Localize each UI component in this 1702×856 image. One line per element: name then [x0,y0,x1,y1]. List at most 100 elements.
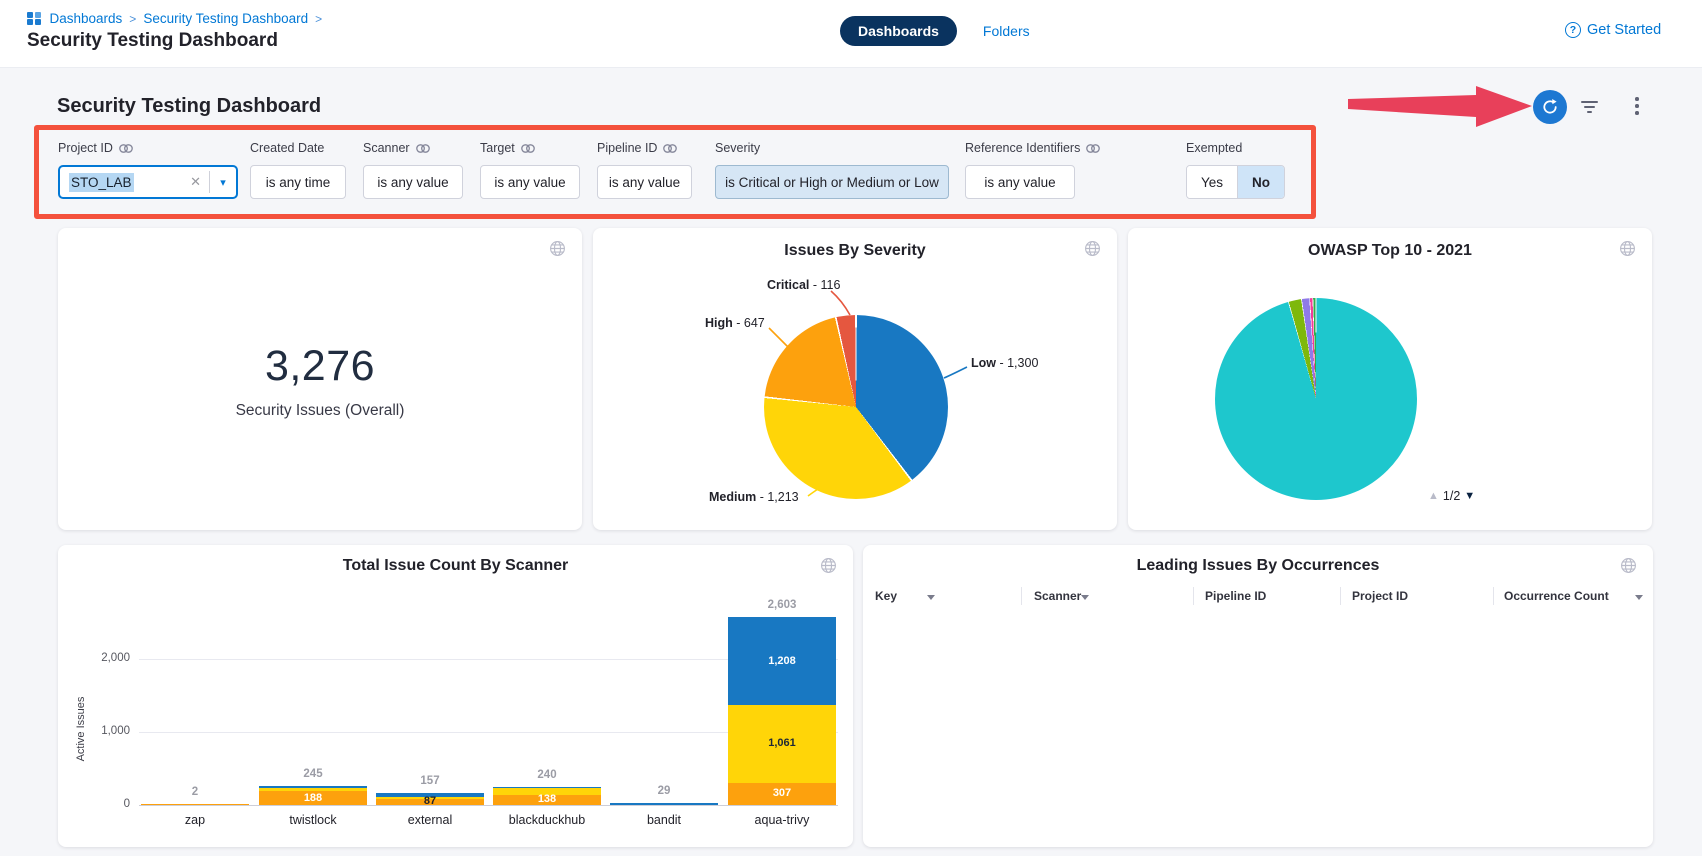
filter-target: Target is any value [480,140,580,199]
breadcrumb-dashboards[interactable]: Dashboards [50,11,123,26]
link-icon [663,144,677,153]
bar-x-label: zap [135,813,255,827]
bar-x-label: blackduckhub [487,813,607,827]
project-id-filter-input[interactable]: STO_LAB ✕ ▾ [58,165,238,199]
bar-total-label: 240 [487,769,607,781]
chevron-down-icon[interactable]: ▾ [210,176,236,189]
filter-created-date: Created Date is any time [250,140,346,199]
card-issues-by-severity: Issues By Severity Critical - 116 High -… [593,228,1117,530]
sort-chevron-icon[interactable] [927,595,935,600]
column-header-pipeline-id[interactable]: Pipeline ID [1205,589,1266,603]
bar-bandit[interactable] [610,803,718,805]
refresh-button[interactable] [1533,90,1567,124]
filter-project-id: Project ID STO_LAB ✕ ▾ [58,140,238,199]
breadcrumb-separator: > [315,12,322,26]
globe-icon [1084,240,1101,257]
page-down-icon[interactable]: ▼ [1464,490,1475,502]
bar-x-label: bandit [604,813,724,827]
column-divider [1493,587,1494,605]
page-up-icon[interactable]: ▲ [1428,490,1439,502]
column-header-project-id[interactable]: Project ID [1352,589,1408,603]
pie-label-critical: Critical - 116 [767,278,840,292]
card-leading-issues-by-occurrences: Leading Issues By Occurrences Key Scanne… [863,545,1653,847]
bar-twistlock[interactable]: 188 [259,786,367,805]
overall-issues-value: 3,276 [58,342,582,391]
filter-severity: Severity is Critical or High or Medium o… [715,140,949,199]
security-testing-dashboard-page: Dashboards > Security Testing Dashboard … [0,0,1702,856]
column-header-occurrence-count[interactable]: Occurrence Count [1504,589,1609,603]
target-filter-button[interactable]: is any value [480,165,580,199]
pie-label-high: High - 647 [705,316,765,330]
filter-reference-identifiers: Reference Identifiers is any value [965,140,1100,199]
column-header-scanner[interactable]: Scanner [1034,589,1081,603]
card-total-issue-count-by-scanner: Total Issue Count By Scanner Active Issu… [58,545,853,847]
column-divider [1340,587,1341,605]
created-date-filter-button[interactable]: is any time [250,165,346,199]
bar-segment-orange: 188 [259,791,367,805]
filter-label: Scanner [363,141,410,155]
sort-chevron-icon[interactable] [1081,595,1089,600]
bar-external[interactable]: 87 [376,793,484,805]
exempted-toggle: Yes No [1186,165,1285,199]
question-circle-icon: ? [1565,22,1581,38]
kebab-menu-icon[interactable] [1630,97,1644,115]
bar-total-label: 157 [370,775,490,787]
bar-segment-orange: 307 [728,783,836,805]
top-header: Dashboards > Security Testing Dashboard … [0,0,1702,68]
bar-segment-orange [141,804,249,805]
card-owasp-top-10: OWASP Top 10 - 2021 ▲ 1/2 ▼ [1128,228,1652,530]
scanner-filter-button[interactable]: is any value [363,165,463,199]
globe-icon [1619,240,1636,257]
reference-identifiers-filter-button[interactable]: is any value [965,165,1075,199]
bar-segment-yellow: 1,061 [728,705,836,782]
globe-icon [1620,557,1637,574]
bar-aqua-trivy[interactable]: 3071,0611,208 [728,617,836,805]
page-indicator: 1/2 [1443,489,1460,503]
bar-segment-orange: 87 [376,799,484,805]
annotation-red-arrow [1348,85,1536,129]
owasp-top-10-pie[interactable] [1215,298,1417,500]
breadcrumb-current[interactable]: Security Testing Dashboard [143,11,308,26]
column-divider [1021,587,1022,605]
filter-label: Target [480,141,515,155]
sort-chevron-icon[interactable] [1635,595,1643,600]
bar-zap[interactable] [141,804,249,805]
dashboards-grid-icon [27,12,41,26]
filter-scanner: Scanner is any value [363,140,463,199]
filter-exempted: Exempted Yes No [1186,140,1285,199]
bar-x-label: external [370,813,490,827]
tab-dashboards[interactable]: Dashboards [840,16,957,46]
table-title: Leading Issues By Occurrences [863,557,1653,575]
view-tabs: Dashboards Folders [840,16,1030,46]
bar-total-label: 2,603 [722,599,842,611]
filter-label: Pipeline ID [597,141,657,155]
link-icon [1086,144,1100,153]
bar-x-label: aqua-trivy [722,813,842,827]
globe-icon [549,240,566,257]
bar-segment-blue: 1,208 [728,617,836,705]
chart-title: Issues By Severity [593,242,1117,260]
pie-label-low: Low - 1,300 [971,356,1038,370]
pie-pagination: ▲ 1/2 ▼ [1428,489,1475,503]
exempted-no-button[interactable]: No [1237,166,1284,198]
filter-icon[interactable] [1578,101,1600,117]
issues-by-severity-pie[interactable] [764,315,948,499]
bar-segment-blue [610,803,718,805]
stacked-bars: 2zap188245twistlock87157external138240bl… [58,545,853,847]
pie-label-medium: Medium - 1,213 [709,490,799,504]
bar-blackduckhub[interactable]: 138 [493,787,601,805]
column-header-key[interactable]: Key [875,589,897,603]
refresh-icon [1541,98,1559,116]
filter-label: Severity [715,141,760,155]
chart-title: OWASP Top 10 - 2021 [1128,242,1652,260]
bar-total-label: 2 [135,786,255,798]
pipeline-id-filter-button[interactable]: is any value [597,165,692,199]
get-started-link[interactable]: ? Get Started [1565,22,1661,38]
tab-folders[interactable]: Folders [983,23,1030,39]
exempted-yes-button[interactable]: Yes [1187,166,1237,198]
filter-label: Reference Identifiers [965,141,1080,155]
filter-label: Project ID [58,141,113,155]
clear-icon[interactable]: ✕ [182,174,209,190]
filter-label: Created Date [250,141,324,155]
severity-filter-button[interactable]: is Critical or High or Medium or Low [715,165,949,199]
